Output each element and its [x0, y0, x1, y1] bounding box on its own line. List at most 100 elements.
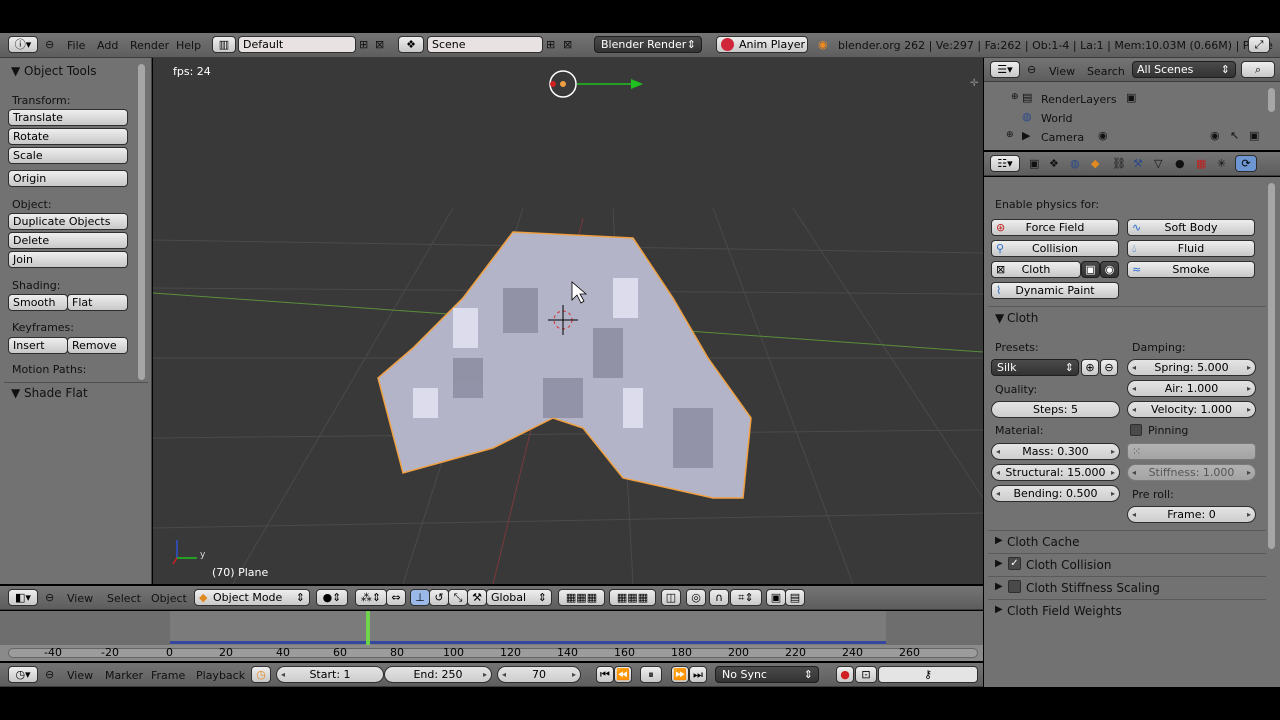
collapse-menu-icon[interactable]: ⊖ — [45, 591, 54, 604]
operator-arrow-icon[interactable]: ▼ — [11, 386, 20, 400]
remove-layout-icon[interactable]: ⊠ — [375, 38, 384, 51]
menu-file[interactable]: File — [67, 39, 85, 52]
tool-shelf-scrollbar[interactable] — [138, 64, 145, 380]
collapse-timeline-icon[interactable]: ⊖ — [45, 668, 54, 681]
layout-icon-button[interactable]: ▥ — [212, 36, 236, 53]
shade-flat-title[interactable]: Shade Flat — [24, 386, 88, 400]
render-anim-opengl-button[interactable]: ▤ — [785, 589, 805, 606]
origin-button[interactable]: Origin — [8, 170, 128, 187]
outliner-row[interactable]: ⊕ ▤ RenderLayers ▣ — [984, 90, 1264, 109]
collapse-outliner-icon[interactable]: ⊖ — [1027, 63, 1036, 76]
mass-field[interactable]: ◂ Mass: 0.300 ▸ — [991, 443, 1120, 460]
jump-end-button[interactable]: ⏭ — [689, 666, 707, 683]
current-frame-field[interactable]: ◂ 70 ▸ — [497, 666, 581, 683]
scene-select[interactable]: Scene — [427, 36, 543, 53]
end-frame-field[interactable]: End: 250 ▸ — [384, 666, 492, 683]
scale-manipulator[interactable]: ⤡ — [448, 589, 468, 606]
force-field-button[interactable]: ⊛ Force Field — [991, 219, 1119, 236]
fluid-button[interactable]: 💧︎ Fluid — [1127, 240, 1255, 257]
layers-group-1[interactable]: ▦▦▦ — [558, 589, 605, 606]
remove-scene-icon[interactable]: ⊠ — [563, 38, 572, 51]
world-tab-icon[interactable]: ◍ — [1070, 157, 1080, 170]
cloth-stiffness-checkbox[interactable] — [1008, 580, 1021, 593]
cloth-field-weights-title[interactable]: Cloth Field Weights — [1007, 604, 1122, 618]
rotate-manipulator[interactable]: ↺ — [429, 589, 449, 606]
add-layout-icon[interactable]: ⊞ — [359, 38, 368, 51]
cloth-panel-arrow-icon[interactable]: ▼ — [995, 311, 1004, 325]
lock-layers-button[interactable]: ◫ — [661, 589, 681, 606]
delete-button[interactable]: Delete — [8, 232, 128, 249]
join-button[interactable]: Join — [8, 251, 128, 268]
bending-field[interactable]: ◂ Bending: 0.500 ▸ — [991, 485, 1120, 502]
orientation-select[interactable]: Global ⇕ — [486, 589, 552, 606]
render-tab-icon[interactable]: ▣ — [1029, 157, 1039, 170]
cloth-stiffness-arrow-icon[interactable]: ▶ — [995, 581, 1003, 592]
smoke-button[interactable]: ≈ Smoke — [1127, 261, 1255, 278]
rotate-button[interactable]: Rotate — [8, 128, 128, 145]
cloth-cache-arrow-icon[interactable]: ▶ — [995, 535, 1003, 546]
outliner-item-renderlayers[interactable]: RenderLayers — [1041, 93, 1117, 106]
menu-object[interactable]: Object — [151, 592, 187, 605]
timeline-scrollbar[interactable] — [8, 648, 978, 658]
cloth-preset-select[interactable]: Silk ⇕ — [991, 359, 1079, 376]
layout-select[interactable]: Default — [238, 36, 356, 53]
duplicate-objects-button[interactable]: Duplicate Objects — [8, 213, 128, 230]
cloth-panel-title[interactable]: Cloth — [1007, 311, 1038, 325]
current-frame-line[interactable] — [366, 611, 370, 645]
jump-keyframe-back-button[interactable]: ⏪ — [614, 666, 632, 683]
expand-icon[interactable]: ⊕ — [1011, 92, 1019, 102]
physics-tab-button[interactable]: ⟳ — [1235, 155, 1257, 172]
jump-start-button[interactable]: ⏮ — [596, 666, 614, 683]
mode-select[interactable]: ◆ Object Mode ⇕ — [194, 589, 310, 606]
outliner-search-button[interactable]: ⌕ — [1241, 61, 1275, 78]
scene-tab-icon[interactable]: ❖ — [1049, 157, 1059, 170]
menu-view[interactable]: View — [67, 592, 93, 605]
smooth-button[interactable]: Smooth — [8, 294, 68, 311]
start-frame-field[interactable]: ◂ Start: 1 — [276, 666, 384, 683]
remove-preset-button[interactable]: ⊖ — [1100, 359, 1118, 376]
outliner-item-world[interactable]: World — [1041, 112, 1073, 125]
object-tools-title[interactable]: Object Tools — [24, 64, 96, 78]
render-engine-select[interactable]: Blender Render ⇕ — [594, 36, 702, 53]
data-tab-icon[interactable]: ▽ — [1154, 157, 1162, 170]
keying-set-select[interactable]: ⊡ — [855, 666, 877, 683]
structural-field[interactable]: ◂ Structural: 15.000 ▸ — [991, 464, 1120, 481]
soft-body-button[interactable]: ∿ Soft Body — [1127, 219, 1255, 236]
collision-button[interactable]: ⚲ Collision — [991, 240, 1119, 257]
fullscreen-button[interactable]: ⤢ — [1248, 36, 1270, 53]
manipulator-toggle[interactable]: ⇔ — [386, 589, 406, 606]
3d-viewport[interactable]: fps: 24 y (70) Plane ✛ — [153, 58, 983, 584]
auto-keyframe-button[interactable]: ● — [836, 666, 854, 683]
cloth-stiffness-scaling-title[interactable]: Cloth Stiffness Scaling — [1026, 581, 1160, 595]
menu-select[interactable]: Select — [107, 592, 141, 605]
pinning-checkbox[interactable] — [1130, 424, 1142, 436]
texture-tab-icon[interactable]: ▦ — [1196, 157, 1206, 170]
menu-view-timeline[interactable]: View — [67, 669, 93, 682]
pin-group-field[interactable]: ⁙ — [1127, 443, 1256, 460]
cloth-render-toggle[interactable]: ▣ — [1081, 261, 1100, 278]
translate-manipulator[interactable]: ⊥ — [410, 589, 430, 606]
render-opengl-button[interactable]: ▣ — [766, 589, 786, 606]
menu-search[interactable]: Search — [1087, 65, 1125, 78]
menu-marker[interactable]: Marker — [105, 669, 143, 682]
cloth-collision-arrow-icon[interactable]: ▶ — [995, 558, 1003, 569]
dynamic-paint-button[interactable]: ⌇ Dynamic Paint — [991, 282, 1119, 299]
translate-button[interactable]: Translate — [8, 109, 128, 126]
material-tab-icon[interactable]: ● — [1175, 157, 1185, 170]
cloth-cache-title[interactable]: Cloth Cache — [1007, 535, 1080, 549]
pivot-select[interactable]: ⁂⇕ — [355, 589, 387, 606]
editor-type-timeline-button[interactable]: ◷▾ — [8, 666, 38, 683]
editor-type-button[interactable]: ⓘ▾ — [8, 36, 38, 53]
velocity-field[interactable]: ◂ Velocity: 1.000 ▸ — [1127, 401, 1256, 418]
menu-add[interactable]: Add — [97, 39, 118, 52]
add-preset-button[interactable]: ⊕ — [1081, 359, 1099, 376]
proportional-edit-button[interactable]: ◎ — [686, 589, 706, 606]
preview-range-toggle[interactable]: ◷ — [251, 666, 271, 683]
cloth-field-weights-arrow-icon[interactable]: ▶ — [995, 604, 1003, 615]
anim-player-button[interactable]: Anim Player — [716, 36, 808, 53]
outliner-scrollbar[interactable] — [1268, 88, 1275, 112]
link-manipulator[interactable]: ⚒ — [467, 589, 487, 606]
pre-roll-frame-field[interactable]: ◂ Frame: 0 ▸ — [1127, 506, 1256, 523]
modifiers-tab-icon[interactable]: ⚒ — [1133, 157, 1143, 170]
outliner-item-camera[interactable]: Camera — [1041, 131, 1084, 144]
